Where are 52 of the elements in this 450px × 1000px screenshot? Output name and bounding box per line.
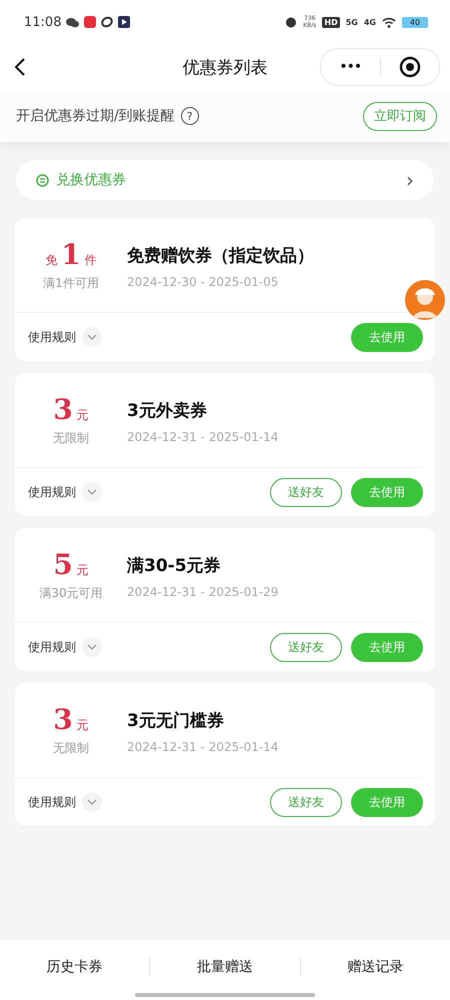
clock-time: 11:08: [24, 14, 62, 30]
coupon-unit: 元: [76, 717, 89, 734]
usage-rules-link[interactable]: 使用规则: [28, 484, 76, 500]
exchange-icon: [36, 174, 49, 186]
avatar-icon[interactable]: [405, 280, 445, 320]
close-icon[interactable]: [398, 56, 421, 78]
app-icon: [118, 16, 130, 28]
coupon-dates: 2024-12-31 - 2025-01-14: [127, 430, 278, 444]
coupon-dates: 2024-12-31 - 2025-01-29: [127, 584, 278, 598]
chevron-down-icon[interactable]: [87, 334, 97, 340]
coupon-unit: 元: [76, 562, 89, 579]
bottom-tab[interactable]: 历史卡券: [0, 958, 150, 976]
exchange-row[interactable]: 兑换优惠券 ›: [16, 160, 434, 200]
wifi-icon: [382, 16, 396, 28]
exchange-label: 兑换优惠券: [56, 171, 126, 189]
coupon-unit: 元: [76, 407, 89, 424]
help-icon[interactable]: ?: [180, 107, 199, 125]
chevron-down-icon[interactable]: [87, 799, 97, 805]
battery-icon: 40: [402, 16, 428, 28]
signal-label: 5G: [346, 18, 358, 26]
coupon-condition: 无限制: [53, 740, 89, 757]
more-button[interactable]: •••: [321, 59, 380, 75]
coupon-unit: 件: [84, 252, 97, 269]
signal-label: 4G: [364, 18, 376, 26]
usage-rules-link[interactable]: 使用规则: [28, 794, 76, 810]
coupon-dates: 2024-12-31 - 2025-01-14: [127, 740, 278, 754]
coupon-condition: 满30元可用: [39, 585, 103, 602]
coupon-amount: 3: [53, 703, 73, 736]
coupon-amount: 1: [61, 238, 81, 271]
usage-rules-link[interactable]: 使用规则: [28, 638, 76, 656]
coupon-condition: 满1件可用: [43, 275, 99, 292]
chevron-down-icon[interactable]: [87, 644, 97, 650]
chevron-icon: ›: [406, 168, 414, 192]
coupon-title: 3元无门槛券: [127, 710, 225, 732]
page-title: 优惠券列表: [182, 56, 268, 78]
back-icon[interactable]: [14, 57, 26, 77]
coupon-title: 免费赠饮券（指定饮品）: [127, 244, 314, 266]
coupon-title: 3元外卖券: [127, 400, 208, 422]
hd-badge: HD: [322, 16, 340, 28]
usage-rules-link[interactable]: 使用规则: [28, 328, 76, 346]
coupon-amount: 3: [53, 393, 73, 426]
app-icon: [101, 16, 114, 28]
bottom-tab[interactable]: 批量赠送: [150, 958, 300, 976]
coupon-condition: 无限制: [53, 430, 89, 447]
chevron-down-icon[interactable]: [87, 489, 97, 495]
coupon-prefix: 免: [45, 252, 58, 269]
reminder-text: 开启优惠券过期/到账提醒: [16, 107, 175, 125]
bottom-tab[interactable]: 赠送记录: [300, 958, 450, 976]
coupon-amount: 5: [53, 548, 73, 581]
coupon-title: 满30-5元券: [127, 554, 222, 576]
app-icon: [84, 16, 96, 28]
coupon-dates: 2024-12-30 - 2025-01-05: [127, 274, 280, 288]
